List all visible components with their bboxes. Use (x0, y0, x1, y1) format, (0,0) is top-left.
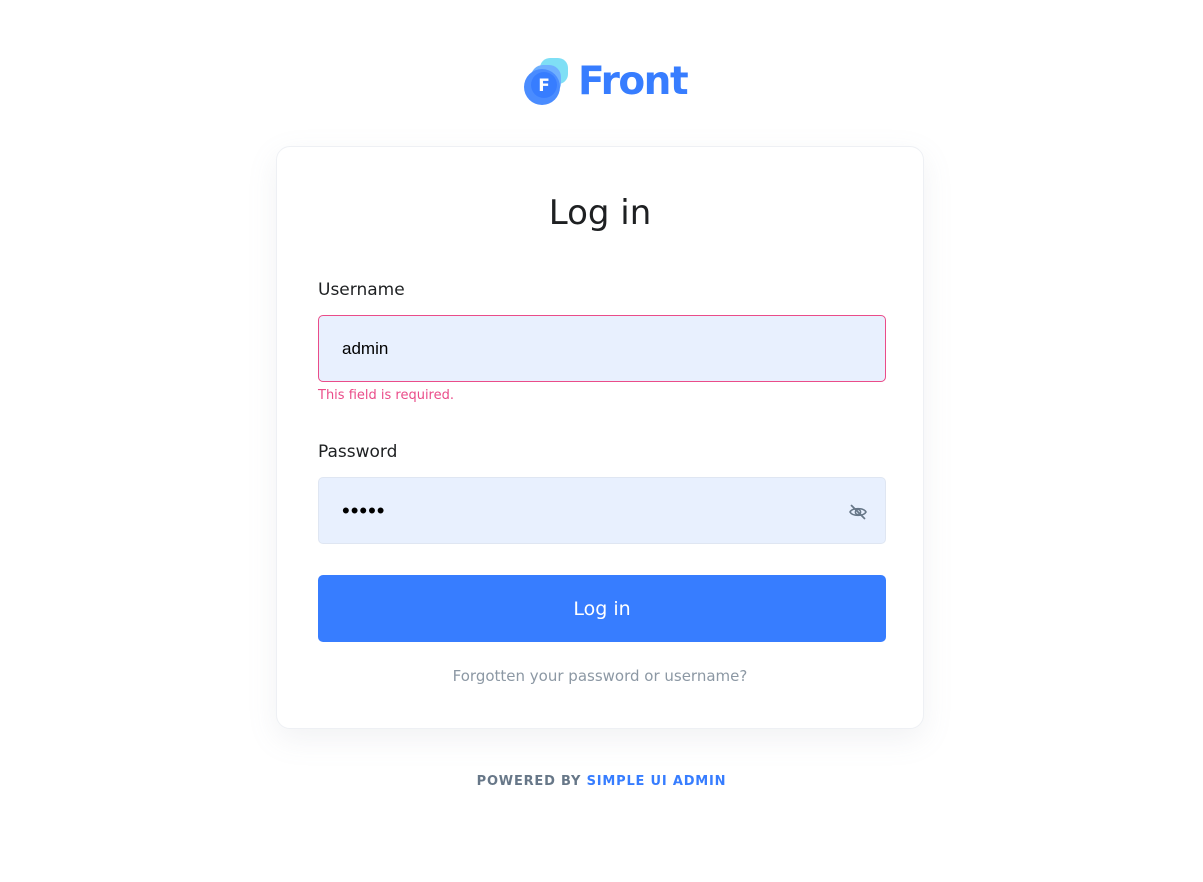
eye-off-icon[interactable] (848, 502, 868, 522)
brand-logo-icon: F (520, 57, 572, 107)
password-label: Password (318, 442, 398, 462)
username-label: Username (318, 280, 405, 300)
brand-logo[interactable]: F Front (520, 57, 689, 107)
footer-powered-by: POWERED BY (476, 774, 582, 789)
password-input[interactable]: ••••• (318, 477, 886, 544)
page-title: Log in (548, 193, 652, 233)
footer-simple-ui-admin-link[interactable]: SIMPLE UI ADMIN (587, 774, 727, 789)
password-value: ••••• (342, 497, 386, 523)
footer: POWERED BY SIMPLE UI ADMIN (0, 772, 1203, 792)
username-error-message: This field is required. (318, 388, 454, 403)
brand-name: Front (578, 59, 689, 104)
forgot-credentials-link[interactable]: Forgotten your password or username? (277, 665, 923, 687)
username-value: admin (342, 338, 389, 358)
login-button[interactable]: Log in (318, 575, 886, 642)
username-input[interactable]: admin (318, 315, 886, 382)
brand-logo-letter: F (538, 76, 550, 96)
login-card: Log in Username admin This field is requ… (276, 146, 924, 729)
